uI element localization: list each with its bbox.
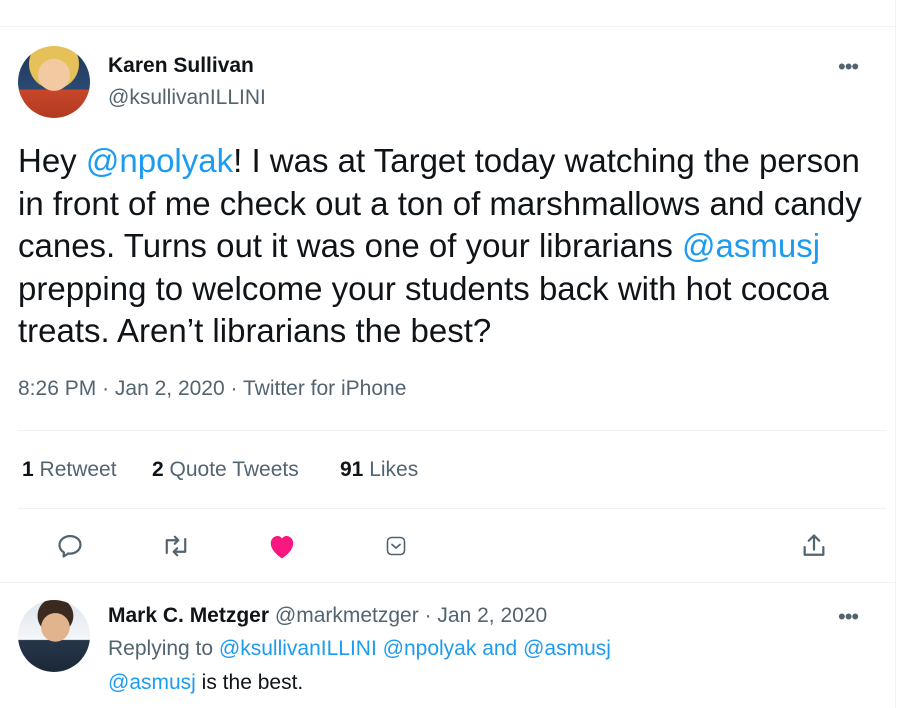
reply-button[interactable] [52, 528, 88, 564]
author-avatar[interactable] [18, 46, 90, 118]
quote-tweets-stat[interactable]: 2 Quote Tweets [152, 458, 299, 482]
mention-link[interactable]: @asmusj [108, 671, 196, 694]
replying-to: Replying to @ksullivanILLINI @npolyak an… [108, 637, 611, 661]
quotes-count: 2 [152, 458, 164, 481]
reply-author-name[interactable]: Mark C. Metzger [108, 604, 269, 627]
retweet-button[interactable] [158, 528, 194, 564]
meta-separator: · [424, 604, 432, 627]
mention-link[interactable]: @npolyak [86, 142, 233, 179]
retweets-stat[interactable]: 1 Retweet [22, 458, 117, 482]
bookmark-button[interactable] [378, 528, 414, 564]
like-icon [270, 536, 294, 559]
tweet-text-part: prepping to welcome your students back w… [18, 269, 829, 350]
share-icon [803, 534, 825, 556]
reply-author-avatar[interactable] [18, 600, 90, 672]
reply-text: @asmusj is the best. [108, 671, 303, 695]
divider [18, 508, 886, 509]
divider [18, 430, 886, 431]
author-handle[interactable]: @ksullivanILLINI [108, 86, 266, 110]
retweet-icon [165, 535, 187, 557]
tweet-time[interactable]: 8:26 PM [18, 377, 96, 400]
more-options-icon[interactable]: ••• [838, 56, 859, 78]
replying-prefix: Replying to [108, 637, 214, 660]
tweet-source[interactable]: Twitter for iPhone [243, 377, 406, 400]
author-name[interactable]: Karen Sullivan [108, 54, 254, 78]
tweet-text-part: Hey [18, 142, 86, 179]
quotes-label: Quote Tweets [169, 458, 299, 481]
tweet-meta: 8:26 PM · Jan 2, 2020 · Twitter for iPho… [18, 377, 406, 401]
reply-text-part: is the best. [195, 671, 304, 694]
likes-count: 91 [340, 458, 364, 481]
top-divider [0, 26, 896, 27]
right-divider [895, 0, 896, 708]
mention-link[interactable]: @ksullivanILLINI [219, 637, 377, 660]
tweet-text: Hey @npolyak! I was at Target today watc… [18, 140, 878, 353]
retweets-label: Retweet [39, 458, 117, 481]
mention-link[interactable]: @npolyak [383, 637, 477, 660]
meta-separator: · [230, 377, 238, 400]
likes-label: Likes [369, 458, 419, 481]
reply-author-handle[interactable]: @markmetzger [275, 604, 419, 627]
mention-link[interactable]: @asmusj [682, 227, 820, 264]
reply-icon [58, 534, 82, 558]
tweet-date[interactable]: Jan 2, 2020 [115, 377, 225, 400]
reply-header: Mark C. Metzger @markmetzger · Jan 2, 20… [108, 604, 547, 628]
likes-stat[interactable]: 91 Likes [340, 458, 418, 482]
like-button[interactable] [264, 528, 300, 564]
mention-link[interactable]: @asmusj [523, 637, 611, 660]
divider [0, 582, 896, 583]
reply-more-options-icon[interactable]: ••• [838, 606, 859, 628]
share-button[interactable] [796, 528, 832, 564]
reply-date[interactable]: Jan 2, 2020 [437, 604, 547, 627]
retweets-count: 1 [22, 458, 34, 481]
meta-separator: · [102, 377, 110, 400]
replying-and: and [482, 637, 518, 660]
bookmark-icon [386, 536, 406, 556]
